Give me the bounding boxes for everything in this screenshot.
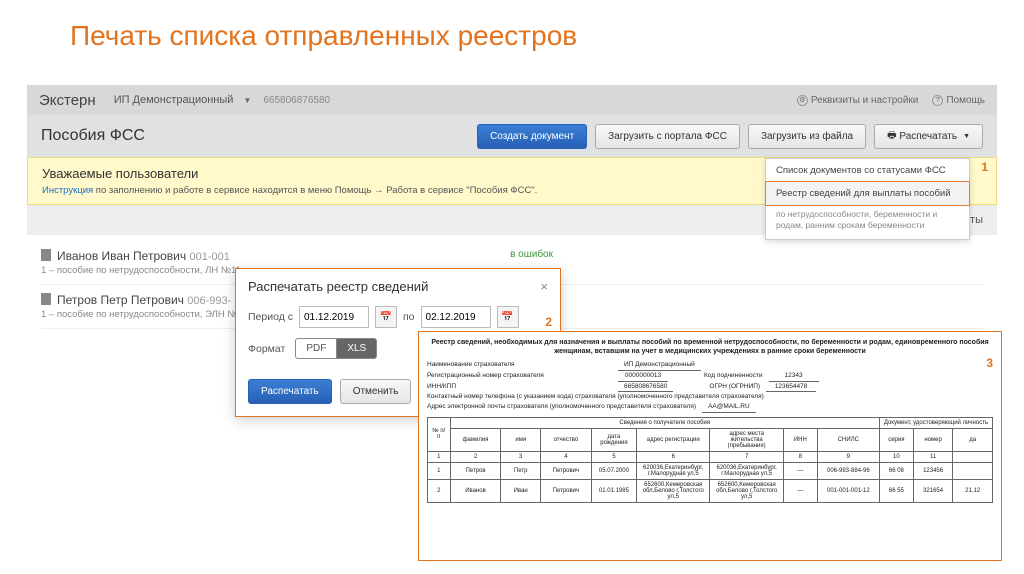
format-xls-button[interactable]: XLS [337, 338, 377, 359]
topbar: Экстерн ИП Демонстрационный ▼ 6658068765… [27, 85, 997, 115]
banner-text: по заполнению и работе в сервисе находит… [93, 185, 537, 196]
calendar-icon[interactable]: 📅 [497, 306, 519, 328]
date-from-input[interactable] [299, 306, 369, 328]
modal-print-button[interactable]: Распечатать [248, 379, 332, 404]
page-title: Пособия ФСС [41, 127, 145, 145]
period-label: Период с [248, 311, 293, 323]
dropdown-item-status[interactable]: Список документов со статусами ФСС [766, 159, 969, 182]
gear-icon: ⚙ [797, 95, 808, 106]
instruction-link[interactable]: Инструкция [42, 185, 93, 196]
status-badge: в ошибок [510, 249, 553, 260]
table-row: 1ПетровПетрПетрович05.07.2000620036,Екат… [428, 462, 993, 479]
print-icon: 🖶 [887, 128, 896, 145]
table-row: 2ИвановИванПетрович01.01.1985652600,Кеме… [428, 479, 993, 502]
dropdown-note: по нетрудоспособности, беременности и ро… [766, 205, 969, 239]
load-portal-button[interactable]: Загрузить с портала ФСС [595, 124, 740, 149]
annotation-marker: 1 [981, 160, 988, 174]
annotation-marker: 3 [986, 356, 993, 370]
report-table: № п/п Сведения о получателе пособия Доку… [427, 417, 993, 503]
calendar-icon[interactable]: 📅 [375, 306, 397, 328]
report-title: Реестр сведений, необходимых для назначе… [427, 338, 993, 356]
org-number: 665806876580 [263, 95, 330, 106]
report-metadata: Наименование страхователяИП Демонстрацио… [427, 360, 993, 413]
org-selector[interactable]: ИП Демонстрационный [114, 94, 234, 106]
format-label: Формат [248, 343, 285, 355]
format-pdf-button[interactable]: PDF [295, 338, 337, 359]
modal-title: Распечатать реестр сведений [248, 279, 428, 294]
create-document-button[interactable]: Создать документ [477, 124, 587, 149]
print-dropdown-button[interactable]: 🖶 Распечатать▼ [874, 124, 983, 149]
print-dropdown-menu: Список документов со статусами ФСС Реест… [765, 158, 970, 240]
brand: Экстерн [39, 92, 96, 109]
settings-link[interactable]: ⚙Реквизиты и настройки [797, 95, 918, 106]
format-toggle: PDF XLS [295, 338, 377, 359]
titlebar: Пособия ФСС Создать документ Загрузить с… [27, 115, 997, 157]
modal-cancel-button[interactable]: Отменить [340, 379, 412, 404]
document-icon [41, 249, 51, 261]
to-label: по [403, 311, 415, 323]
document-icon [41, 293, 51, 305]
load-file-button[interactable]: Загрузить из файла [748, 124, 866, 149]
info-banner: 1 Уважаемые пользователи Инструкция по з… [27, 157, 997, 205]
date-to-input[interactable] [421, 306, 491, 328]
help-icon: ? [932, 95, 943, 106]
annotation-marker: 2 [545, 315, 552, 329]
report-preview: 3 Реестр сведений, необходимых для назна… [418, 331, 1002, 561]
chevron-down-icon: ▼ [963, 133, 970, 140]
dropdown-item-registry[interactable]: Реестр сведений для выплаты пособий [765, 181, 970, 206]
chevron-down-icon[interactable]: ▼ [243, 96, 251, 105]
help-link[interactable]: ?Помощь [932, 95, 985, 106]
close-icon[interactable]: × [540, 279, 548, 294]
slide-title: Печать списка отправленных реестров [0, 0, 1024, 67]
